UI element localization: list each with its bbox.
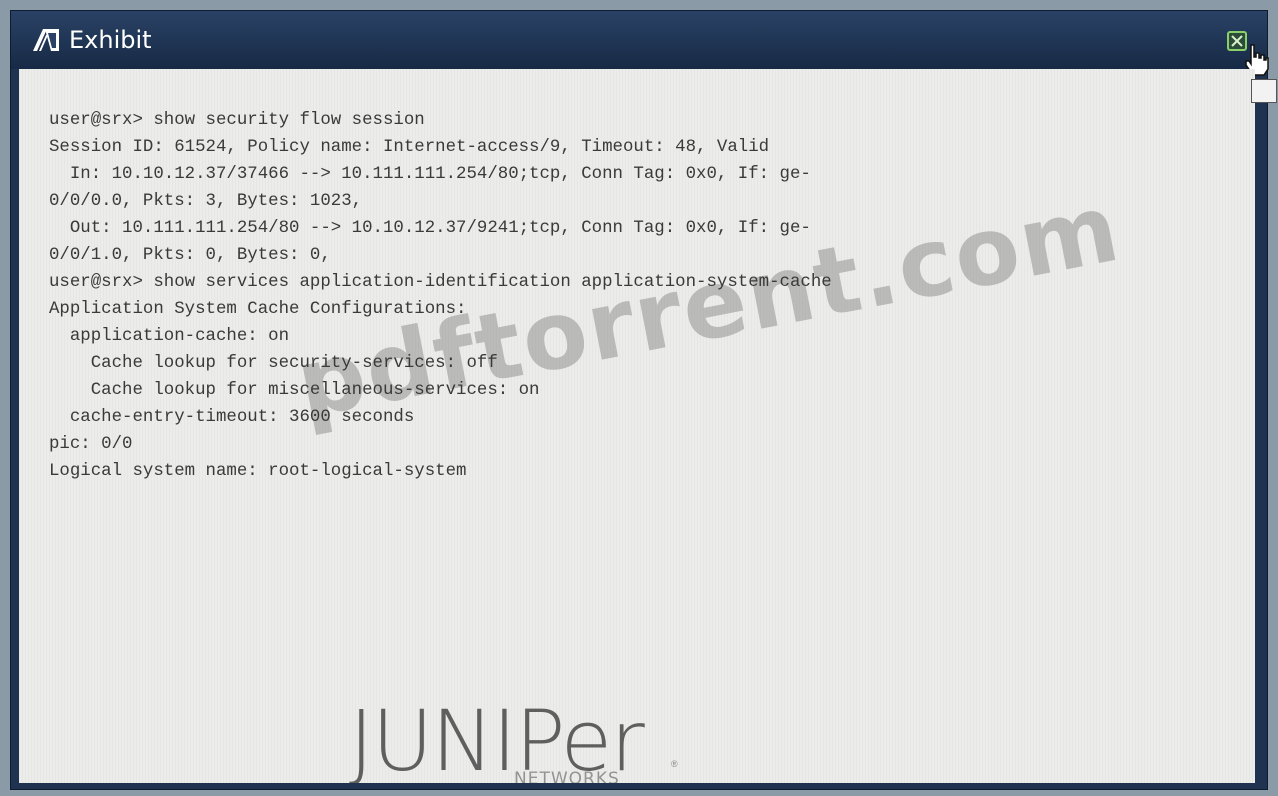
- terminal-line: Session ID: 61524, Policy name: Internet…: [49, 138, 770, 157]
- juniper-logo: JUNIPer NETWORKS ®: [349, 699, 689, 783]
- exhibit-tent-icon: [31, 27, 61, 53]
- terminal-line: Out: 10.111.111.254/80 --> 10.10.12.37/9…: [49, 219, 811, 238]
- tooltip-stub: [1251, 79, 1277, 103]
- logo-subtitle: NETWORKS: [514, 769, 620, 783]
- terminal-line: 0/0/0.0, Pkts: 3, Bytes: 1023,: [49, 192, 363, 211]
- exhibit-content: user@srx> show security flow session Sess…: [19, 69, 1255, 783]
- terminal-line: In: 10.10.12.37/37466 --> 10.111.111.254…: [49, 165, 811, 184]
- exhibit-window: Exhibit user@srx> show security flow ses…: [10, 10, 1277, 790]
- window-title: Exhibit: [69, 26, 152, 54]
- terminal-line: Logical system name: root-logical-system: [49, 462, 467, 481]
- title-bar: Exhibit: [11, 11, 1269, 76]
- logo-registered-mark: ®: [671, 759, 678, 769]
- terminal-line: pic: 0/0: [49, 435, 133, 454]
- terminal-line: user@srx> show security flow session: [49, 111, 425, 130]
